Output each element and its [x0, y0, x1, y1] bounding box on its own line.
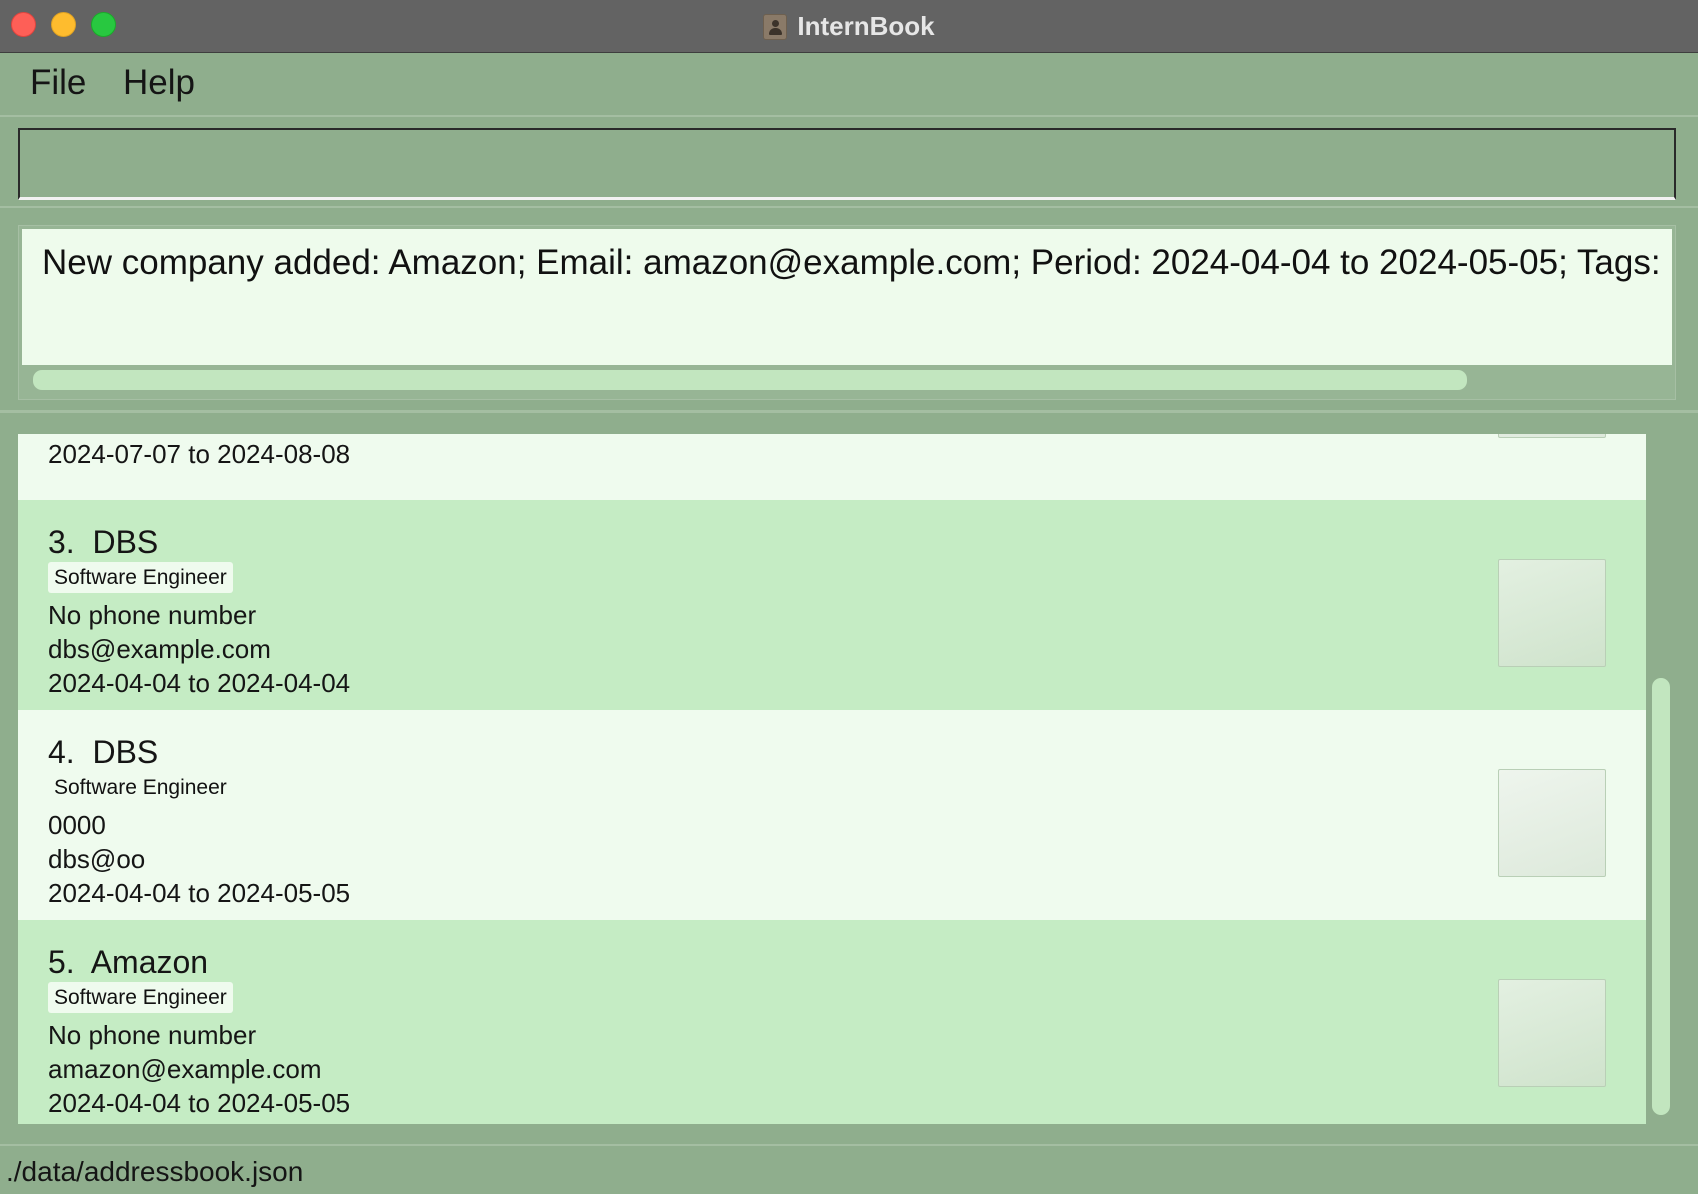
company-phone: No phone number: [48, 1020, 257, 1050]
company-email: dbs@oo: [48, 844, 146, 874]
company-name: 5. Amazon: [48, 944, 209, 980]
company-phone: No phone number: [48, 600, 257, 630]
command-box-area: [0, 117, 1698, 208]
menu-bar: File Help: [0, 53, 1698, 117]
company-card[interactable]: 4. DBS Software Engineer 0000 dbs@oo 202…: [18, 710, 1646, 920]
company-phone: 0000: [48, 810, 106, 840]
company-tag: Software Engineer: [48, 982, 233, 1013]
address-book-icon: [763, 13, 788, 40]
company-card[interactable]: 2024-07-07 to 2024-08-08: [18, 434, 1646, 500]
list-scrollbar-thumb[interactable]: [1652, 678, 1670, 1115]
command-input[interactable]: [18, 128, 1676, 200]
company-email: dbs@example.com: [48, 634, 271, 664]
company-email: amazon@example.com: [48, 1054, 322, 1084]
window-title: InternBook: [797, 11, 935, 41]
menu-help[interactable]: Help: [119, 63, 199, 103]
company-period: 2024-04-04 to 2024-05-05: [48, 1088, 351, 1118]
company-image: [1498, 559, 1606, 667]
company-name: 4. DBS: [48, 734, 159, 770]
menu-file[interactable]: File: [26, 63, 90, 103]
company-tag: Software Engineer: [48, 772, 233, 803]
result-display: New company added: Amazon; Email: amazon…: [18, 225, 1676, 400]
result-message: New company added: Amazon; Email: amazon…: [42, 243, 1672, 282]
company-card[interactable]: 5. Amazon Software Engineer No phone num…: [18, 920, 1646, 1124]
save-file-path: ./data/addressbook.json: [6, 1156, 304, 1187]
company-period: 2024-07-07 to 2024-08-08: [48, 439, 351, 469]
company-name: 3. DBS: [48, 524, 159, 560]
window-title-bar: InternBook: [0, 0, 1698, 53]
result-text-area[interactable]: New company added: Amazon; Email: amazon…: [22, 229, 1672, 365]
company-image: [1498, 769, 1606, 877]
status-bar: ./data/addressbook.json: [0, 1144, 1698, 1194]
window-title-group: InternBook: [0, 0, 1698, 53]
panel-divider: [0, 410, 1698, 413]
result-horizontal-scrollbar[interactable]: [33, 370, 1467, 390]
company-tag: Software Engineer: [48, 562, 233, 593]
company-list[interactable]: 2024-07-07 to 2024-08-08 3. DBS Software…: [18, 434, 1646, 1124]
company-image: [1498, 434, 1606, 438]
company-image: [1498, 979, 1606, 1087]
company-period: 2024-04-04 to 2024-05-05: [48, 878, 351, 908]
company-card[interactable]: 3. DBS Software Engineer No phone number…: [18, 500, 1646, 710]
company-period: 2024-04-04 to 2024-04-04: [48, 668, 351, 698]
